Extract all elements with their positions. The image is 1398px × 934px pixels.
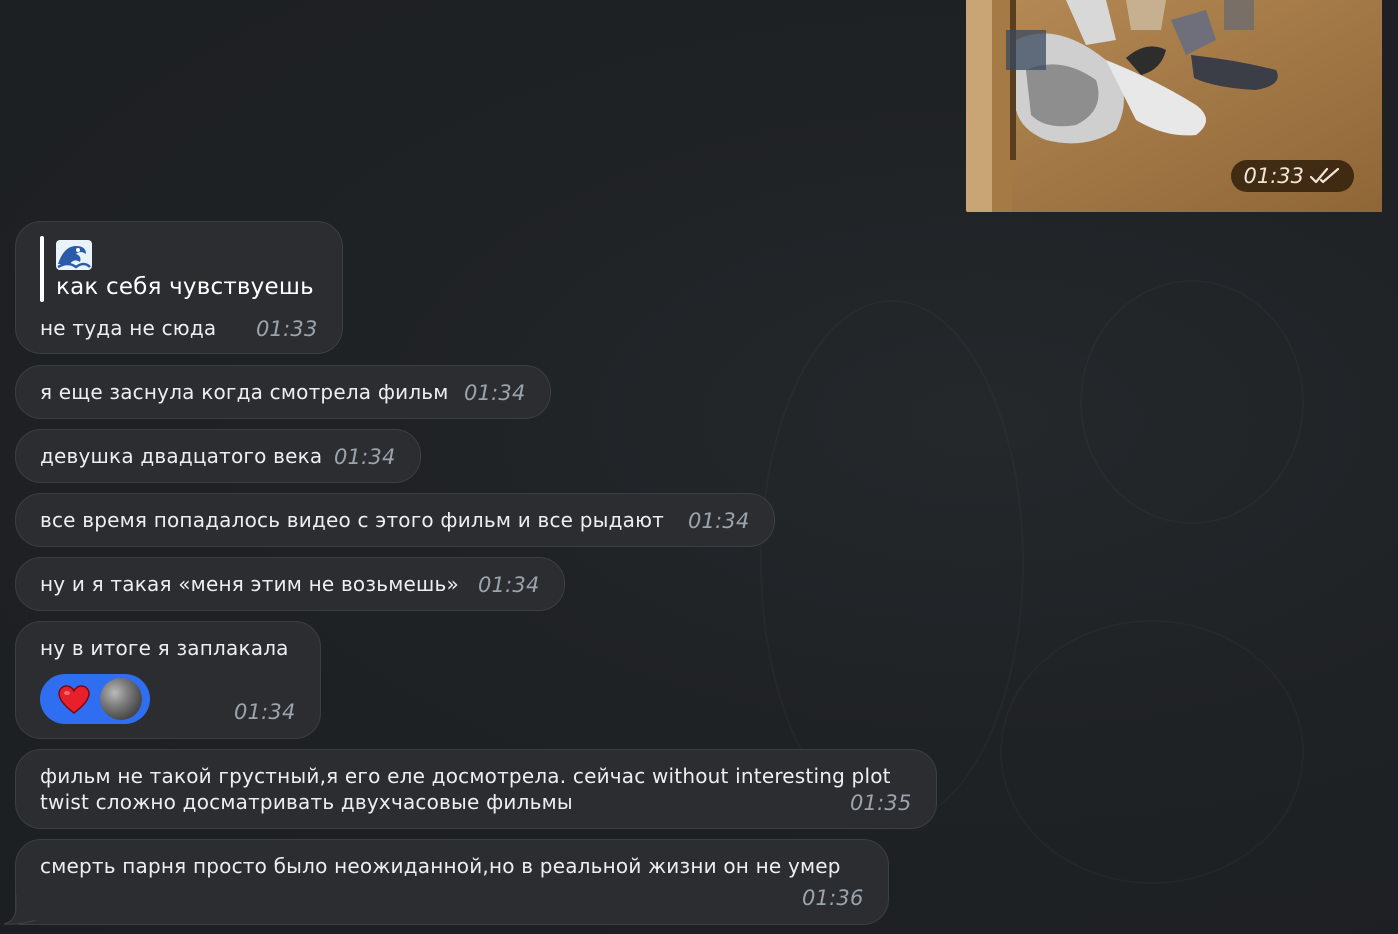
reply-quote-bar	[40, 236, 44, 302]
background-pattern	[1080, 280, 1304, 524]
message-text: смерть парня просто было неожиданной,но …	[40, 854, 841, 878]
message-time: 01:34	[234, 700, 296, 724]
message-time: 01:34	[464, 381, 526, 405]
reaction-button[interactable]	[40, 674, 150, 724]
message-text: не туда не сюда	[40, 316, 217, 340]
message-bubble[interactable]: ну в итоге я заплакала 01:34	[15, 621, 321, 739]
media-message[interactable]: 01:33	[966, 0, 1382, 212]
message-time: 01:34	[334, 445, 396, 469]
message-time: 01:34	[688, 509, 750, 533]
message-text: все время попадалось видео с этого фильм…	[40, 508, 664, 532]
heart-icon	[58, 685, 90, 714]
wave-emoji-icon	[56, 240, 92, 270]
message-bubble[interactable]: фильм не такой грустный,я его еле досмот…	[15, 749, 937, 829]
message-bubble[interactable]: как себя чувствуешь не туда не сюда 01:3…	[15, 221, 343, 354]
message-text: ну и я такая «меня этим не возьмешь»	[40, 572, 459, 596]
message-time: 01:33	[1243, 164, 1304, 188]
background-pattern	[760, 300, 1024, 824]
message-time: 01:35	[850, 791, 912, 815]
background-pattern	[1000, 620, 1304, 884]
bubble-tail-icon	[3, 895, 37, 925]
message-text: я еще заснула когда смотрела фильм	[40, 380, 449, 404]
message-bubble[interactable]: все время попадалось видео с этого фильм…	[15, 493, 775, 547]
reply-quote-text: как себя чувствуешь	[56, 274, 314, 300]
media-timestamp: 01:33	[1231, 160, 1354, 192]
message-time: 01:34	[478, 573, 540, 597]
chat-area[interactable]: 01:33 как себя чувствуешь не туда не сюд…	[0, 0, 1398, 934]
message-bubble[interactable]: девушка двадцатого века 01:34	[15, 429, 421, 483]
message-text-line: twist сложно досматривать двухчасовые фи…	[40, 790, 573, 814]
message-text-line: фильм не такой грустный,я его еле досмот…	[40, 764, 891, 788]
message-bubble[interactable]: ну и я такая «меня этим не возьмешь» 01:…	[15, 557, 565, 611]
message-time: 01:33	[256, 317, 318, 341]
message-time: 01:36	[802, 886, 864, 910]
avatar	[100, 678, 142, 720]
message-bubble[interactable]: я еще заснула когда смотрела фильм 01:34	[15, 365, 551, 419]
message-text: девушка двадцатого века	[40, 444, 323, 468]
message-text: ну в итоге я заплакала	[40, 636, 289, 660]
message-bubble[interactable]: смерть парня просто было неожиданной,но …	[15, 839, 889, 925]
double-check-icon	[1310, 167, 1340, 184]
